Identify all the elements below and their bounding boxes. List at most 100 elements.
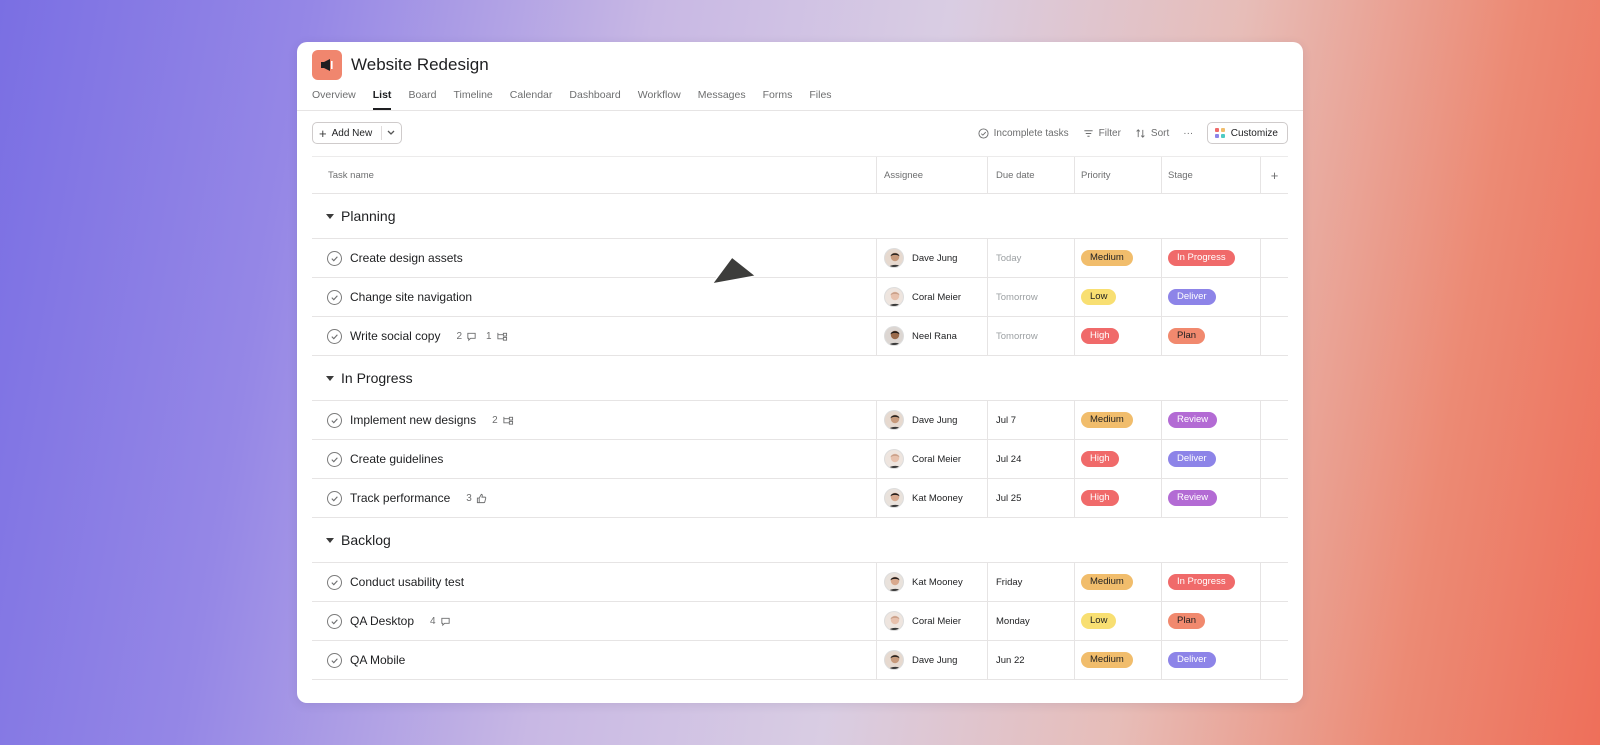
- stage-cell[interactable]: Plan: [1162, 602, 1261, 640]
- due-date-cell[interactable]: Today: [988, 239, 1075, 277]
- complete-checkbox-icon[interactable]: [327, 289, 342, 305]
- priority-cell[interactable]: Medium: [1075, 401, 1162, 439]
- complete-checkbox-icon[interactable]: [327, 652, 342, 668]
- task-name-cell[interactable]: Write social copy 2 1: [312, 317, 877, 355]
- assignee-cell[interactable]: Neel Rana: [877, 317, 988, 355]
- tab-files[interactable]: Files: [809, 89, 831, 110]
- assignee-cell[interactable]: Coral Meier: [877, 602, 988, 640]
- filter-button[interactable]: Filter: [1083, 128, 1121, 139]
- stage-cell[interactable]: In Progress: [1162, 563, 1261, 601]
- stage-cell[interactable]: In Progress: [1162, 239, 1261, 277]
- column-header-priority[interactable]: Priority: [1075, 157, 1162, 193]
- due-date-cell[interactable]: Monday: [988, 602, 1075, 640]
- add-new-button[interactable]: + Add New: [312, 122, 402, 144]
- stage-cell[interactable]: Plan: [1162, 317, 1261, 355]
- priority-cell[interactable]: High: [1075, 317, 1162, 355]
- complete-checkbox-icon[interactable]: [327, 412, 342, 428]
- task-name-cell[interactable]: Create design assets: [312, 239, 877, 277]
- due-date-cell[interactable]: Friday: [988, 563, 1075, 601]
- complete-checkbox-icon[interactable]: [327, 574, 342, 590]
- tab-calendar[interactable]: Calendar: [510, 89, 553, 110]
- due-date-cell[interactable]: Jul 24: [988, 440, 1075, 478]
- task-row[interactable]: Implement new designs 2 Dave Jung Jul 7 Medi…: [312, 401, 1288, 440]
- assignee-cell[interactable]: Coral Meier: [877, 440, 988, 478]
- due-date-cell[interactable]: Jun 22: [988, 641, 1075, 679]
- column-header-due-date[interactable]: Due date: [988, 157, 1075, 193]
- stage-cell[interactable]: Review: [1162, 401, 1261, 439]
- assignee-cell[interactable]: Kat Mooney: [877, 479, 988, 517]
- project-header: Website Redesign Overview List Board Timeli…: [297, 42, 1303, 111]
- complete-checkbox-icon[interactable]: [327, 613, 342, 629]
- tab-dashboard[interactable]: Dashboard: [569, 89, 620, 110]
- priority-cell[interactable]: High: [1075, 440, 1162, 478]
- due-date-cell[interactable]: Jul 25: [988, 479, 1075, 517]
- add-column-button[interactable]: +: [1261, 157, 1288, 193]
- task-meta-item[interactable]: 3: [466, 493, 487, 504]
- caret-down-icon[interactable]: [326, 375, 334, 381]
- stage-cell[interactable]: Deliver: [1162, 278, 1261, 316]
- task-name-cell[interactable]: QA Desktop 4: [312, 602, 877, 640]
- complete-checkbox-icon[interactable]: [327, 451, 342, 467]
- tab-workflow[interactable]: Workflow: [638, 89, 681, 110]
- section-header[interactable]: Planning: [312, 194, 1288, 239]
- priority-cell[interactable]: Medium: [1075, 563, 1162, 601]
- tab-timeline[interactable]: Timeline: [453, 89, 492, 110]
- task-row[interactable]: Track performance 3 Kat Mooney Jul 25 High Re…: [312, 479, 1288, 518]
- assignee-cell[interactable]: Coral Meier: [877, 278, 988, 316]
- due-date-cell[interactable]: Tomorrow: [988, 278, 1075, 316]
- task-name-cell[interactable]: Create guidelines: [312, 440, 877, 478]
- tab-overview[interactable]: Overview: [312, 89, 356, 110]
- stage-cell[interactable]: Deliver: [1162, 440, 1261, 478]
- due-date-cell[interactable]: Tomorrow: [988, 317, 1075, 355]
- task-row[interactable]: Conduct usability test Kat Mooney Friday Me…: [312, 563, 1288, 602]
- task-name-cell[interactable]: Implement new designs 2: [312, 401, 877, 439]
- column-header-task[interactable]: Task name: [312, 157, 877, 193]
- priority-cell[interactable]: High: [1075, 479, 1162, 517]
- priority-cell[interactable]: Medium: [1075, 239, 1162, 277]
- task-row[interactable]: Create design assets Dave Jung Today Medium…: [312, 239, 1288, 278]
- stage-cell[interactable]: Review: [1162, 479, 1261, 517]
- task-meta-item[interactable]: 4: [430, 616, 451, 627]
- task-meta-item[interactable]: 2: [456, 331, 477, 342]
- caret-down-icon[interactable]: [326, 537, 334, 543]
- complete-checkbox-icon[interactable]: [327, 490, 342, 506]
- tab-messages[interactable]: Messages: [698, 89, 746, 110]
- due-date-cell[interactable]: Jul 7: [988, 401, 1075, 439]
- assignee-cell[interactable]: Kat Mooney: [877, 563, 988, 601]
- tab-board[interactable]: Board: [408, 89, 436, 110]
- priority-cell[interactable]: Low: [1075, 602, 1162, 640]
- more-options-button[interactable]: ···: [1183, 128, 1193, 139]
- column-header-stage[interactable]: Stage: [1162, 157, 1261, 193]
- task-row[interactable]: Write social copy 2 1 Neel Rana Tomorrow High…: [312, 317, 1288, 356]
- task-name-cell[interactable]: QA Mobile: [312, 641, 877, 679]
- complete-checkbox-icon[interactable]: [327, 250, 342, 266]
- priority-cell[interactable]: Medium: [1075, 641, 1162, 679]
- incomplete-tasks-button[interactable]: Incomplete tasks: [978, 128, 1069, 139]
- complete-checkbox-icon[interactable]: [327, 328, 342, 344]
- megaphone-icon[interactable]: [312, 50, 342, 80]
- task-row[interactable]: QA Desktop 4 Coral Meier Monday Low Plan: [312, 602, 1288, 641]
- priority-cell[interactable]: Low: [1075, 278, 1162, 316]
- task-row[interactable]: Create guidelines Coral Meier Jul 24 High De…: [312, 440, 1288, 479]
- task-name-cell[interactable]: Conduct usability test: [312, 563, 877, 601]
- customize-button[interactable]: Customize: [1207, 122, 1288, 144]
- stage-badge: Review: [1168, 411, 1218, 429]
- task-row[interactable]: Change site navigation Coral Meier Tomorro…: [312, 278, 1288, 317]
- assignee-cell[interactable]: Dave Jung: [877, 641, 988, 679]
- task-name-cell[interactable]: Track performance 3: [312, 479, 877, 517]
- column-header-assignee[interactable]: Assignee: [877, 157, 988, 193]
- chevron-down-icon[interactable]: [386, 127, 396, 140]
- caret-down-icon[interactable]: [326, 213, 334, 219]
- assignee-cell[interactable]: Dave Jung: [877, 401, 988, 439]
- sort-button[interactable]: Sort: [1135, 128, 1169, 139]
- task-meta-item[interactable]: 1: [486, 331, 508, 342]
- task-name-cell[interactable]: Change site navigation: [312, 278, 877, 316]
- task-row[interactable]: QA Mobile Dave Jung Jun 22 Medium Deliver: [312, 641, 1288, 680]
- assignee-cell[interactable]: Dave Jung: [877, 239, 988, 277]
- section-header[interactable]: In Progress: [312, 356, 1288, 401]
- tab-forms[interactable]: Forms: [763, 89, 793, 110]
- stage-cell[interactable]: Deliver: [1162, 641, 1261, 679]
- section-header[interactable]: Backlog: [312, 518, 1288, 563]
- tab-list[interactable]: List: [372, 89, 392, 110]
- task-meta-item[interactable]: 2: [492, 415, 514, 426]
